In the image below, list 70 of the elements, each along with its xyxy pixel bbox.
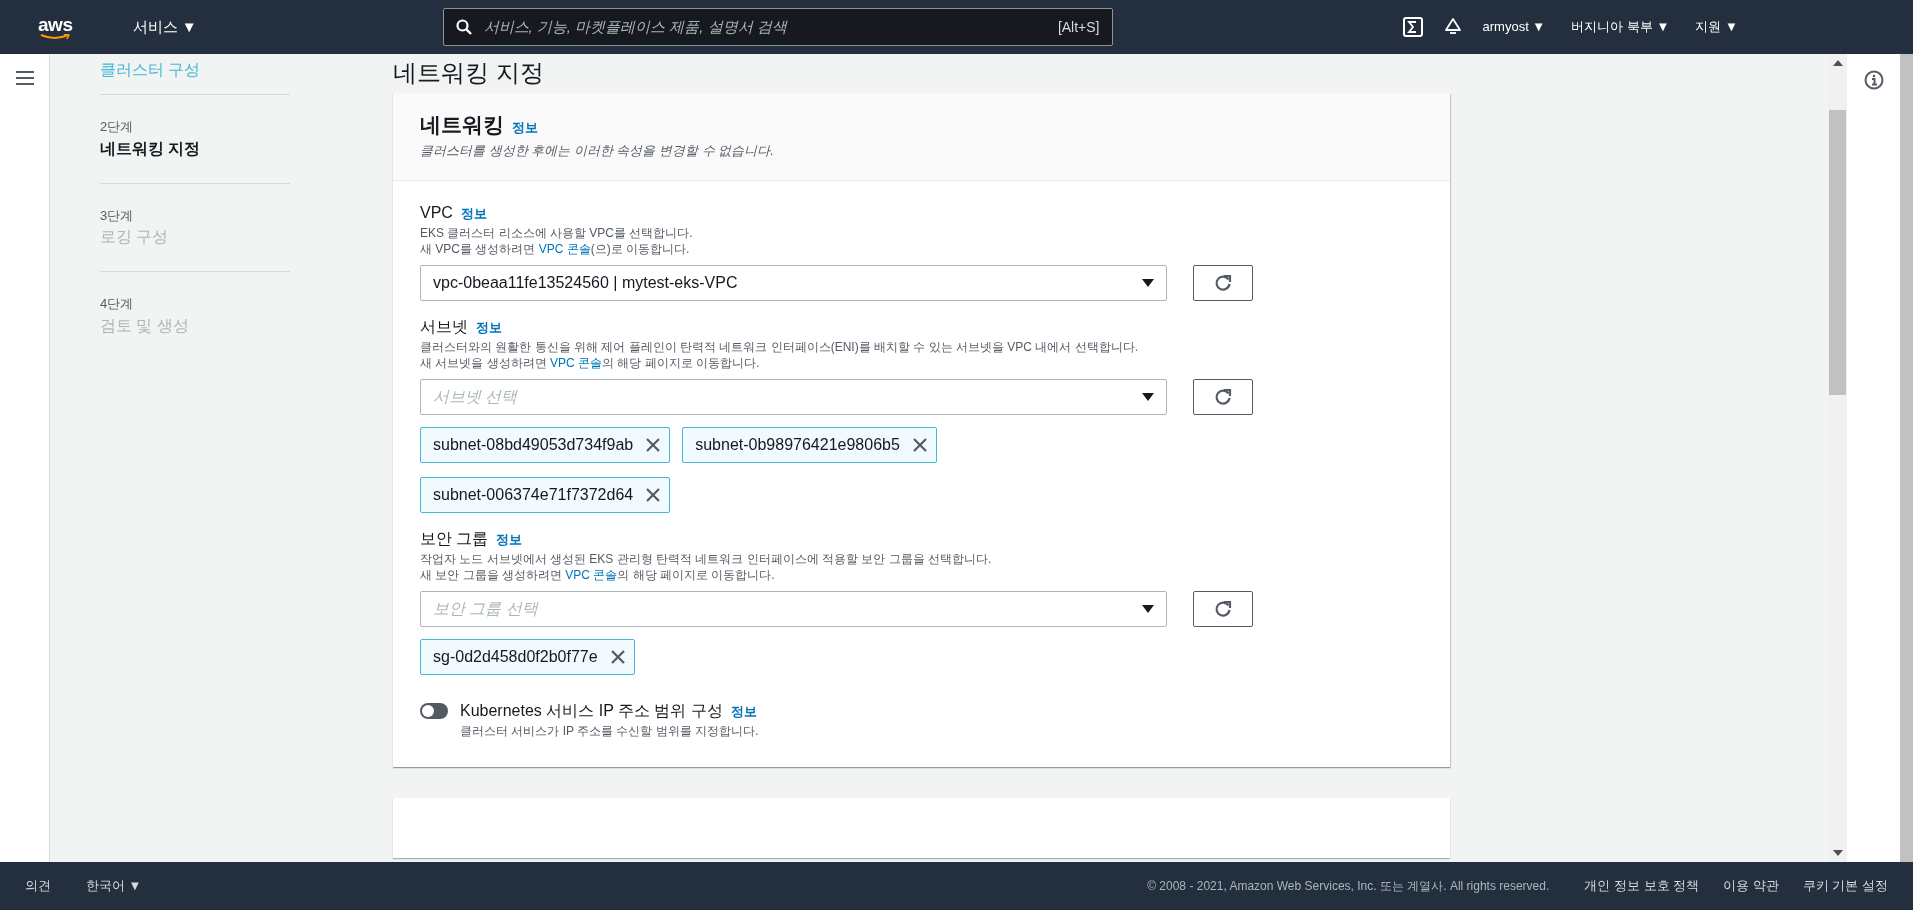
field-description: 새 서브넷을 생성하려면 VPC 콘솔의 해당 페이지로 이동합니다.: [420, 355, 761, 371]
selected-token: subnet-006374e71f7372d64: [420, 477, 671, 513]
step-number: 3단계: [100, 206, 135, 225]
selected-token: subnet-0b98976421e9806b5: [682, 427, 937, 463]
step-number: 2단계: [100, 118, 135, 136]
dropdown-caret-icon: [1142, 393, 1154, 401]
field-label: VPC: [420, 203, 453, 223]
copyright-text: © 2008 - 2021, Amazon Web Services, Inc. 또는 계열사. All rights reserved.: [1147, 878, 1550, 895]
footer-link[interactable]: 이용 약관: [1723, 876, 1779, 896]
services-menu[interactable]: 서비스 ▼: [132, 15, 197, 39]
scrollbar-thumb[interactable]: [1829, 110, 1846, 395]
field-label: 서브넷: [420, 317, 468, 337]
footer-link[interactable]: 쿠키 기본 설정: [1802, 876, 1888, 896]
dropdown-caret-icon: [1142, 605, 1154, 613]
info-link[interactable]: 정보: [476, 318, 502, 338]
user-menu[interactable]: armyost ▼: [1482, 17, 1546, 37]
shortcut-hint: [Alt+S]: [1057, 17, 1100, 37]
bell-icon[interactable]: [1442, 17, 1463, 37]
aws-logo[interactable]: aws: [38, 14, 73, 40]
field-label: 보안 그룹: [420, 529, 489, 549]
info-link[interactable]: 정보: [512, 118, 538, 138]
field-description: EKS 클러스터 리소스에 사용할 VPC를 선택합니다.: [420, 225, 694, 241]
toggle-switch[interactable]: [420, 703, 448, 719]
search-icon: [455, 19, 472, 35]
remove-icon[interactable]: [645, 437, 662, 453]
refresh-button[interactable]: [1193, 591, 1253, 627]
refresh-icon: [1214, 388, 1232, 406]
region-menu[interactable]: 버지니아 북부 ▼: [1571, 17, 1670, 37]
refresh-icon: [1214, 600, 1232, 618]
info-link[interactable]: 정보: [730, 702, 757, 722]
step-title: 로깅 구성: [100, 227, 169, 247]
info-link[interactable]: 정보: [496, 530, 523, 550]
select-field[interactable]: vpc-0beaa11fe13524560 | mytest-eks-VPC: [420, 265, 1167, 301]
console-link[interactable]: VPC 콘솔: [565, 568, 618, 582]
field-description: 클러스터와의 원활한 통신을 위해 제어 플레인이 탄력적 네트워크 인터페이스(ENI)를 배치할 수 있는 서브넷을 VPC 내에서 선택합니다.: [420, 339, 1139, 355]
search-bar[interactable]: 서비스, 기능, 마켓플레이스 제품, 설명서 검색 [Alt+S]: [442, 8, 1113, 46]
step-number: 4단계: [100, 295, 135, 313]
refresh-icon: [1214, 274, 1232, 292]
language-menu[interactable]: 한국어 ▼: [86, 876, 142, 896]
footer-link[interactable]: 개인 정보 보호 정책: [1584, 876, 1700, 896]
refresh-button[interactable]: [1193, 265, 1253, 301]
menu-icon[interactable]: [14, 70, 35, 86]
terminal-icon[interactable]: [1402, 17, 1423, 37]
support-menu[interactable]: 지원 ▼: [1695, 17, 1738, 37]
field-description: 클러스터 서비스가 IP 주소를 수신할 범위를 지정합니다.: [460, 723, 759, 739]
toggle-label: Kubernetes 서비스 IP 주소 범위 구성: [460, 701, 723, 721]
console-link[interactable]: VPC 콘솔: [538, 242, 591, 256]
refresh-button[interactable]: [1193, 379, 1253, 415]
selected-token: sg-0d2d458d0f2b0f77e: [420, 639, 635, 675]
remove-icon[interactable]: [911, 437, 928, 453]
panel-title: 네트워킹: [420, 112, 504, 138]
scroll-down-icon[interactable]: [1832, 850, 1843, 856]
field-description: 새 VPC를 생성하려면 VPC 콘솔(으)로 이동합니다.: [420, 241, 691, 257]
field-description: 새 보안 그룹을 생성하려면 VPC 콘솔의 해당 페이지로 이동합니다.: [420, 567, 776, 583]
search-field[interactable]: 서비스, 기능, 마켓플레이스 제품, 설명서 검색: [483, 15, 1058, 39]
selected-token: subnet-08bd49053d734f9ab: [420, 427, 671, 463]
console-link[interactable]: VPC 콘솔: [550, 356, 603, 370]
page-title: 네트워킹 지정: [393, 58, 544, 88]
info-icon[interactable]: [1863, 70, 1884, 90]
field-description: 작업자 노드 서브넷에서 생성된 EKS 관리형 탄력적 네트워크 인터페이스에 적용할 보안 그룹을 선택합니다.: [420, 551, 993, 567]
remove-icon[interactable]: [645, 487, 662, 503]
feedback-link[interactable]: 의견: [25, 876, 51, 896]
remove-icon[interactable]: [609, 649, 626, 665]
step-title: 네트워킹 지정: [100, 138, 201, 159]
scrollbar[interactable]: [1900, 54, 1913, 862]
panel-description: 클러스터를 생성한 후에는 이러한 속성을 변경할 수 없습니다.: [420, 141, 775, 160]
info-link[interactable]: 정보: [460, 204, 487, 224]
step-title: 검토 및 생성: [100, 315, 189, 336]
dropdown-caret-icon: [1142, 279, 1154, 287]
scroll-up-icon[interactable]: [1832, 60, 1843, 66]
